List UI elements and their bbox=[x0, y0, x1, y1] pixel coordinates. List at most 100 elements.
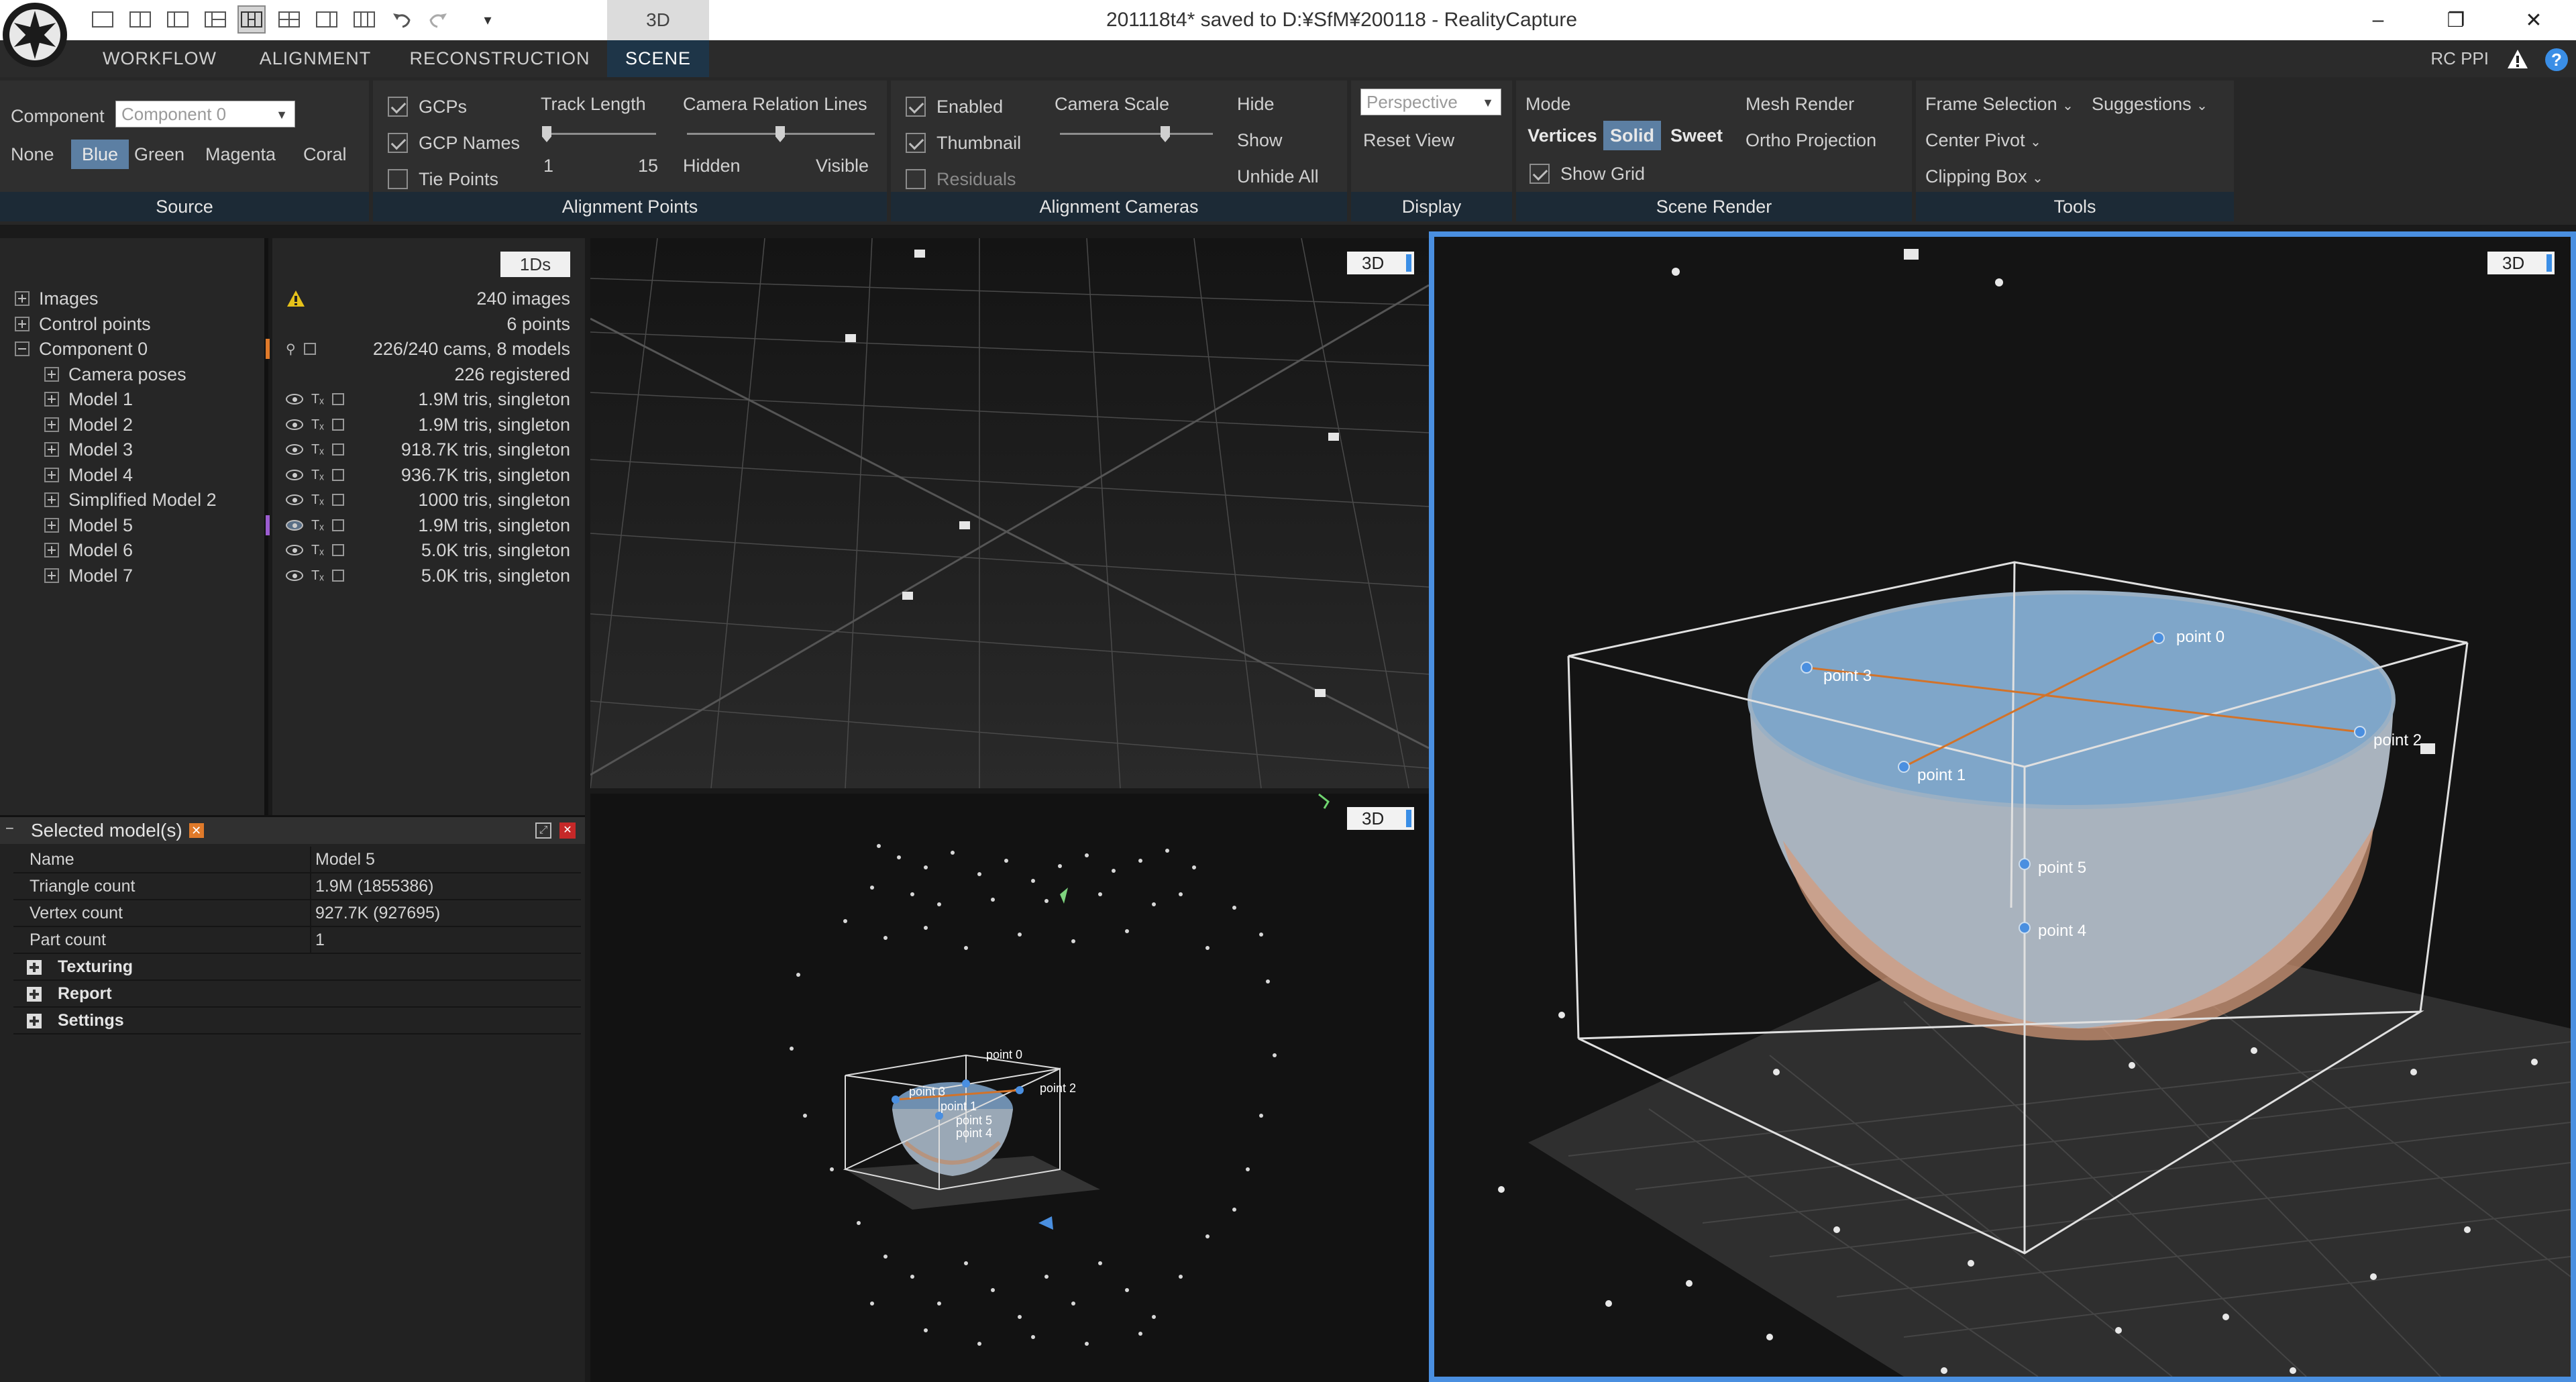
quick-access-dropdown-icon[interactable]: ▾ bbox=[478, 7, 498, 34]
minimize-button[interactable]: – bbox=[2341, 0, 2415, 40]
undock-icon[interactable]: ⤢ bbox=[535, 822, 551, 839]
enabled-checkbox[interactable] bbox=[906, 97, 926, 117]
layout-5-icon[interactable] bbox=[237, 5, 266, 34]
color-blue[interactable]: Blue bbox=[71, 140, 129, 169]
residuals-checkbox[interactable] bbox=[906, 169, 926, 189]
suggestions-button[interactable]: Suggestions ⌄ bbox=[2092, 94, 2208, 115]
tree-item-model-7[interactable]: Model 7 bbox=[44, 564, 133, 588]
eye-icon[interactable] bbox=[286, 570, 303, 581]
viewport-3d-button[interactable]: 3D bbox=[2487, 252, 2555, 274]
collapse-icon[interactable] bbox=[15, 341, 30, 356]
layout-8-icon[interactable] bbox=[350, 5, 378, 34]
show-cameras-button[interactable]: Show bbox=[1237, 130, 1283, 151]
layout-2-icon[interactable] bbox=[126, 5, 154, 34]
realitycapture-logo-icon[interactable] bbox=[0, 0, 74, 74]
layout-3-icon[interactable] bbox=[164, 5, 192, 34]
expand-icon[interactable] bbox=[27, 960, 42, 975]
color-none[interactable]: None bbox=[11, 144, 54, 165]
tab-workflow[interactable]: WORKFLOW bbox=[86, 40, 233, 77]
hide-cameras-button[interactable]: Hide bbox=[1237, 94, 1275, 115]
restore-button[interactable]: ❐ bbox=[2419, 0, 2493, 40]
expand-icon[interactable] bbox=[44, 518, 59, 533]
viewport-grid[interactable]: 3D bbox=[590, 238, 1429, 788]
layout-1-icon[interactable] bbox=[89, 5, 117, 34]
expand-icon[interactable] bbox=[27, 1014, 42, 1028]
expand-icon[interactable] bbox=[44, 417, 59, 432]
eye-icon[interactable] bbox=[286, 394, 303, 405]
expand-icon[interactable] bbox=[15, 317, 30, 331]
expand-icon[interactable] bbox=[44, 543, 59, 557]
reset-view-button[interactable]: Reset View bbox=[1363, 130, 1454, 151]
layout-6-icon[interactable] bbox=[275, 5, 303, 34]
eye-icon[interactable] bbox=[286, 470, 303, 480]
tree-item-model-6[interactable]: Model 6 bbox=[44, 538, 133, 562]
collapse-panel-icon[interactable]: − bbox=[5, 820, 14, 837]
tree-item-control-points[interactable]: Control points bbox=[15, 312, 151, 336]
rc-ppi-label[interactable]: RC PPI bbox=[2430, 40, 2489, 77]
close-button[interactable]: ✕ bbox=[2497, 0, 2571, 40]
tie-points-checkbox[interactable] bbox=[388, 169, 408, 189]
tree-item-camera-poses[interactable]: Camera poses bbox=[44, 362, 186, 386]
eye-icon[interactable] bbox=[286, 520, 303, 531]
expand-icon[interactable] bbox=[44, 367, 59, 382]
settings-group[interactable]: Settings bbox=[13, 1008, 581, 1034]
thumbnail-checkbox[interactable] bbox=[906, 133, 926, 153]
layout-4-icon[interactable] bbox=[201, 5, 229, 34]
tree-item-component-0[interactable]: Component 0 bbox=[15, 337, 148, 361]
mode-vertices[interactable]: Vertices bbox=[1525, 121, 1599, 150]
warning-icon[interactable] bbox=[2506, 48, 2529, 70]
clipping-box-button[interactable]: Clipping Box ⌄ bbox=[1925, 166, 2043, 187]
expand-icon[interactable] bbox=[44, 468, 59, 482]
eye-icon[interactable] bbox=[286, 494, 303, 505]
track-length-slider[interactable] bbox=[542, 126, 656, 142]
gcps-checkbox[interactable] bbox=[388, 97, 408, 117]
mode-solid[interactable]: Solid bbox=[1603, 121, 1661, 150]
tree-item-model-4[interactable]: Model 4 bbox=[44, 463, 133, 487]
expand-icon[interactable] bbox=[44, 442, 59, 457]
layout-7-icon[interactable] bbox=[313, 5, 341, 34]
viewport-main[interactable]: point 0 point 2 point 3 point 1 point 5 … bbox=[1429, 231, 2576, 1382]
expand-icon[interactable] bbox=[44, 568, 59, 583]
projection-select[interactable]: Perspective ▼ bbox=[1360, 89, 1501, 115]
tab-scene[interactable]: SCENE bbox=[607, 40, 709, 77]
viewport-3d-button[interactable]: 3D bbox=[1347, 252, 1414, 274]
tree-item-model-3[interactable]: Model 3 bbox=[44, 437, 133, 462]
show-grid-checkbox[interactable] bbox=[1529, 164, 1550, 184]
texturing-group[interactable]: Texturing bbox=[13, 954, 581, 981]
relation-lines-slider[interactable] bbox=[687, 126, 875, 142]
gcp-names-checkbox[interactable] bbox=[388, 133, 408, 153]
viewport-overview[interactable]: point 0 point 2 point 3 point 1 point 5 … bbox=[590, 794, 1429, 1382]
tree-item-model-2[interactable]: Model 2 bbox=[44, 413, 133, 437]
color-green[interactable]: Green bbox=[134, 144, 184, 165]
tab-reconstruction[interactable]: RECONSTRUCTION bbox=[402, 40, 597, 77]
tree-item-model-1[interactable]: Model 1 bbox=[44, 387, 133, 411]
expand-icon[interactable] bbox=[44, 492, 59, 507]
tree-item-simplified-model-2[interactable]: Simplified Model 2 bbox=[44, 488, 217, 512]
expand-icon[interactable] bbox=[15, 291, 30, 306]
undo-icon[interactable] bbox=[388, 5, 416, 34]
1ds-view-button[interactable]: 1Ds bbox=[500, 252, 570, 277]
expand-icon[interactable] bbox=[44, 392, 59, 407]
tree-item-images[interactable]: Images bbox=[15, 286, 99, 311]
camera-scale-slider[interactable] bbox=[1060, 126, 1213, 142]
eye-icon[interactable] bbox=[286, 419, 303, 430]
mesh-render-button[interactable]: Mesh Render bbox=[1746, 94, 1854, 115]
viewport-3d-button[interactable]: 3D bbox=[1347, 807, 1414, 830]
tab-alignment[interactable]: ALIGNMENT bbox=[241, 40, 389, 77]
tree-item-model-5[interactable]: Model 5 bbox=[44, 513, 133, 537]
frame-selection-button[interactable]: Frame Selection ⌄ bbox=[1925, 94, 2074, 115]
close-panel-icon[interactable]: ✕ bbox=[559, 822, 576, 839]
help-icon[interactable]: ? bbox=[2545, 48, 2568, 71]
unhide-all-button[interactable]: Unhide All bbox=[1237, 166, 1319, 187]
context-tab-3d[interactable]: 3D bbox=[607, 0, 709, 40]
color-magenta[interactable]: Magenta bbox=[205, 144, 276, 165]
component-select[interactable]: Component 0 ▼ bbox=[115, 101, 295, 127]
report-group[interactable]: Report bbox=[13, 981, 581, 1008]
eye-icon[interactable] bbox=[286, 444, 303, 455]
ortho-projection-button[interactable]: Ortho Projection bbox=[1746, 130, 1876, 151]
property-value[interactable]: Model 5 bbox=[310, 847, 375, 872]
color-coral[interactable]: Coral bbox=[303, 144, 347, 165]
redo-icon[interactable] bbox=[424, 5, 452, 34]
eye-icon[interactable] bbox=[286, 545, 303, 555]
expand-icon[interactable] bbox=[27, 987, 42, 1002]
